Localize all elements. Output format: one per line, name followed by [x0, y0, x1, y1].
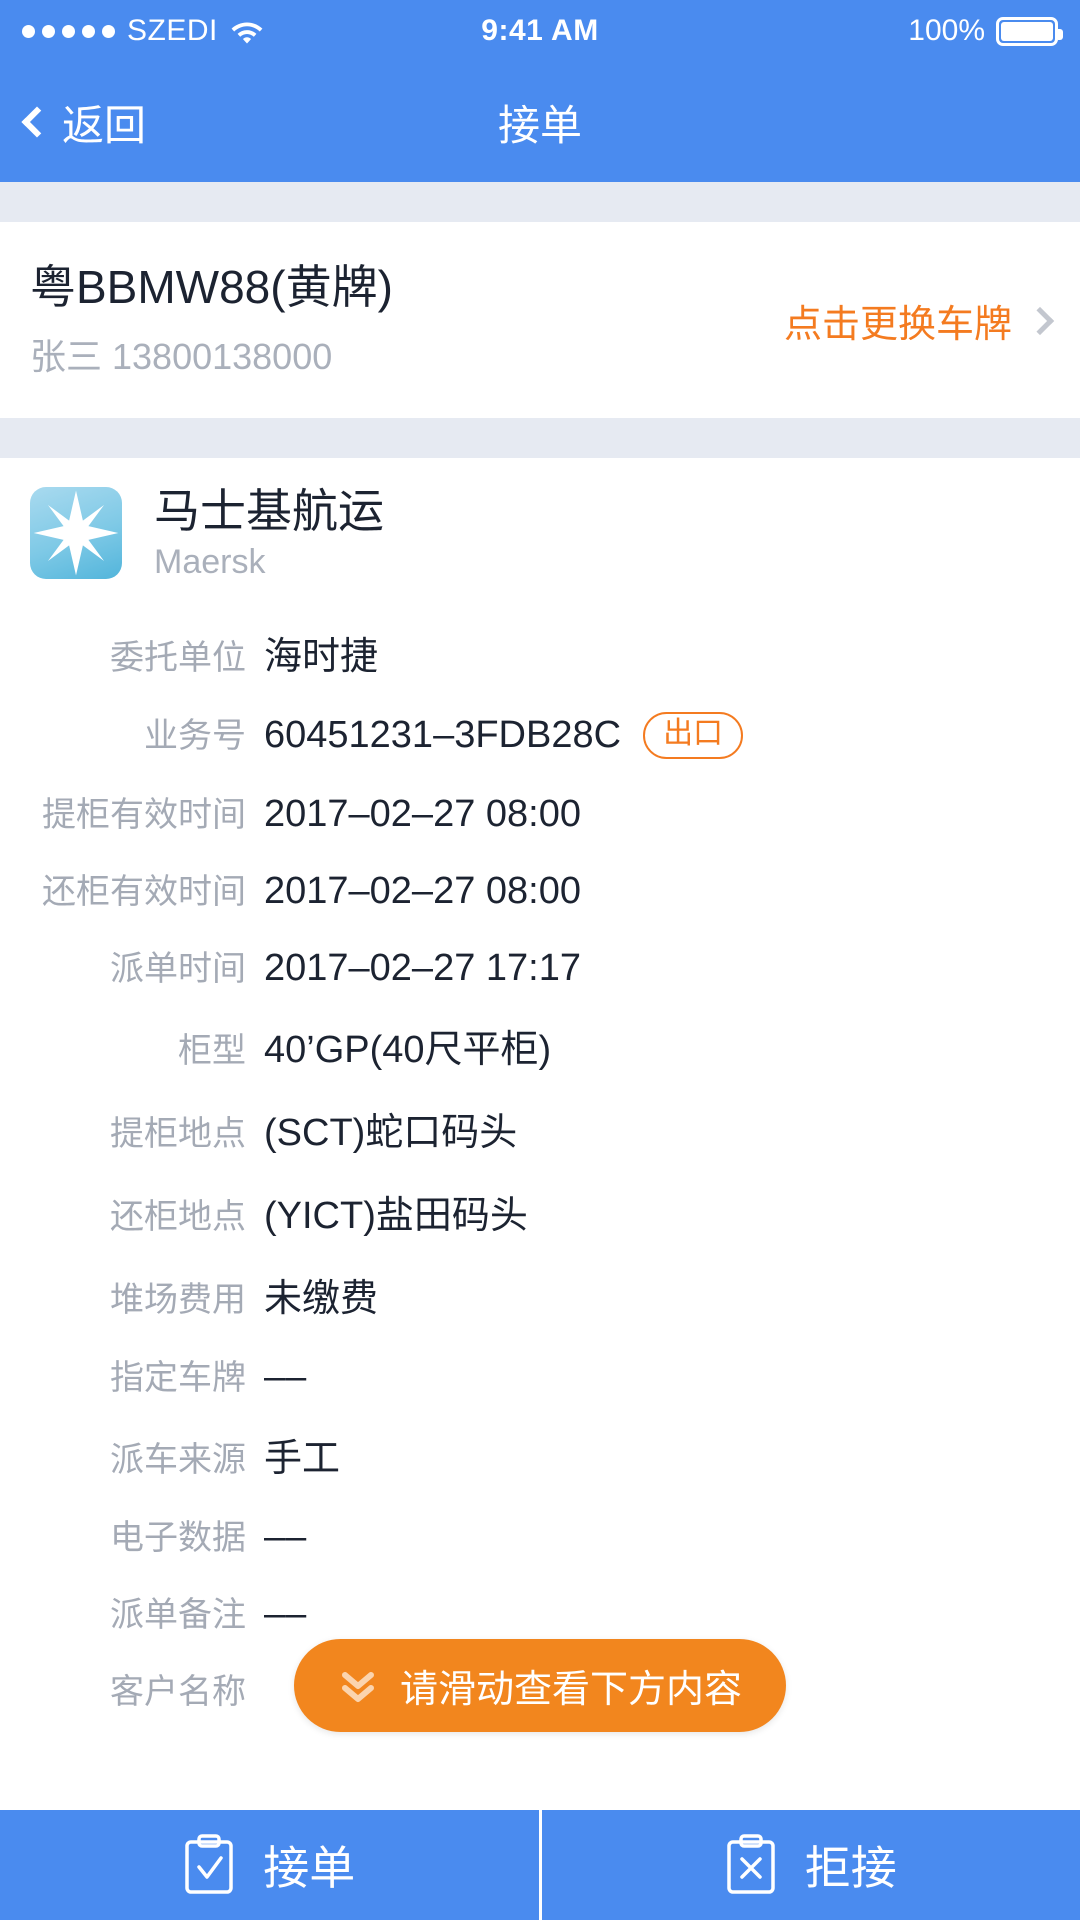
- page-title: 接单: [497, 101, 582, 149]
- detail-row: 柜型 40’GP(40尺平柜): [0, 1004, 1050, 1087]
- reject-order-button[interactable]: 拒接: [538, 1810, 1080, 1920]
- detail-row-value-text: 60451231–3FDB28C: [264, 714, 622, 757]
- detail-row-value-text: ––: [264, 1356, 307, 1399]
- detail-row: 提柜地点 (SCT)蛇口码头: [0, 1087, 1050, 1170]
- reject-order-label: 拒接: [804, 1842, 897, 1894]
- plate-number: 粤BBMW88(黄牌): [30, 261, 393, 313]
- detail-row-label: 电子数据: [110, 1519, 246, 1558]
- detail-row-label: 提柜有效时间: [42, 796, 246, 835]
- clipboard-check-icon: [183, 1834, 235, 1896]
- detail-row: 派单时间 2017–02–27 17:17: [0, 927, 1050, 1004]
- detail-row: 堆场费用 未缴费: [0, 1253, 1050, 1336]
- detail-row: 指定车牌 ––: [0, 1336, 1050, 1413]
- detail-row-value: 海时捷: [264, 625, 378, 680]
- detail-row-value-text: 2017–02–27 08:00: [264, 793, 581, 836]
- detail-row-value: 2017–02–27 08:00: [264, 870, 581, 913]
- detail-row-label: 客户名称: [110, 1673, 246, 1712]
- accept-order-button[interactable]: 接单: [0, 1810, 539, 1920]
- carrier-block: 马士基航运 Maersk: [0, 458, 1080, 588]
- carrier-names: 马士基航运 Maersk: [154, 484, 384, 582]
- nav-bar: 返回 接单: [0, 62, 1080, 182]
- detail-row: 还柜有效时间 2017–02–27 08:00: [0, 850, 1050, 927]
- detail-row: 业务号 60451231–3FDB28C 出口: [0, 694, 1050, 773]
- detail-row-value: 手工: [264, 1427, 340, 1482]
- carrier-name-cn: 马士基航运: [154, 484, 384, 537]
- app-root: SZEDI 9:41 AM 100% 返回 接单 粤BBMW88(黄牌) 张三 …: [0, 0, 1080, 1920]
- back-button-label: 返回: [62, 101, 147, 149]
- battery-icon: [996, 16, 1063, 46]
- wifi-icon: [230, 18, 264, 44]
- detail-row-value-text: ––: [264, 1516, 307, 1559]
- detail-row-value: 2017–02–27 17:17: [264, 947, 581, 990]
- detail-row-label: 提柜地点: [110, 1115, 246, 1154]
- accept-order-label: 接单: [263, 1842, 356, 1894]
- status-bar: SZEDI 9:41 AM 100%: [0, 0, 1080, 62]
- detail-row: 电子数据 ––: [0, 1496, 1050, 1573]
- detail-row-value: ––: [264, 1516, 306, 1559]
- section-divider-middle: [0, 417, 1080, 458]
- detail-row: 提柜有效时间 2017–02–27 08:00: [0, 773, 1050, 850]
- detail-row-label: 委托单位: [110, 639, 246, 678]
- detail-row-label: 业务号: [144, 717, 246, 756]
- detail-row-label: 派单备注: [110, 1596, 246, 1635]
- order-details-list: 委托单位 海时捷 业务号 60451231–3FDB28C 出口 提柜有效时间 2017–0…: [0, 587, 1080, 1727]
- status-badge: 出口: [643, 711, 744, 760]
- detail-row-value-text: (YICT)盐田码头: [264, 1195, 528, 1238]
- plate-info: 粤BBMW88(黄牌) 张三 13800138000: [30, 261, 784, 380]
- carrier-name: SZEDI: [127, 14, 218, 47]
- scroll-hint-label: 请滑动查看下方内容: [399, 1669, 743, 1711]
- chevron-left-icon: [21, 106, 53, 138]
- detail-row-label: 指定车牌: [110, 1359, 246, 1398]
- detail-row-label: 堆场费用: [110, 1281, 246, 1320]
- detail-row-value: ––: [264, 1356, 306, 1399]
- change-plate-button[interactable]: 点击更换车牌: [783, 293, 1055, 348]
- detail-row-value-text: ––: [264, 1593, 307, 1636]
- detail-row-value-text: 手工: [264, 1438, 341, 1481]
- detail-row-value: 未缴费: [264, 1267, 378, 1322]
- section-divider-top: [0, 182, 1080, 222]
- detail-row: 派车来源 手工: [0, 1413, 1050, 1496]
- carrier-name-en: Maersk: [154, 543, 266, 582]
- detail-row-value: 40’GP(40尺平柜): [264, 1018, 551, 1073]
- status-bar-left: SZEDI: [22, 14, 264, 48]
- signal-strength-icon: [22, 24, 115, 38]
- chevron-right-icon: [1025, 306, 1055, 335]
- detail-row-label: 还柜有效时间: [42, 873, 246, 912]
- detail-row-value: (YICT)盐田码头: [264, 1184, 528, 1239]
- detail-row-value: ––: [264, 1593, 306, 1636]
- detail-row-value: (SCT)蛇口码头: [264, 1101, 517, 1156]
- detail-row-value-text: 2017–02–27 17:17: [264, 947, 581, 990]
- detail-row-value-text: 未缴费: [264, 1278, 379, 1321]
- detail-row: 委托单位 海时捷: [0, 611, 1050, 694]
- bottom-action-bar: 接单 拒接: [0, 1810, 1080, 1920]
- detail-row-label: 柜型: [178, 1032, 246, 1071]
- scroll-hint-pill[interactable]: 请滑动查看下方内容: [293, 1639, 787, 1732]
- detail-row-value-text: 海时捷: [264, 636, 379, 679]
- maersk-star-logo: [30, 487, 122, 580]
- double-chevron-down-icon: [338, 1666, 378, 1706]
- detail-row-label: 派车来源: [110, 1441, 246, 1480]
- detail-row-value-text: 40’GP(40尺平柜): [264, 1029, 552, 1072]
- detail-row-value-text: (SCT)蛇口码头: [264, 1112, 518, 1155]
- clipboard-x-icon: [725, 1834, 777, 1896]
- detail-row-value-text: 2017–02–27 08:00: [264, 870, 581, 913]
- detail-row-label: 派单时间: [110, 950, 246, 989]
- detail-row-value: 2017–02–27 08:00: [264, 793, 581, 836]
- driver-info: 张三 13800138000: [30, 335, 333, 377]
- detail-row-label: 还柜地点: [110, 1198, 246, 1237]
- detail-row-value: 60451231–3FDB28C 出口: [264, 711, 744, 760]
- detail-row: 还柜地点 (YICT)盐田码头: [0, 1170, 1050, 1253]
- status-bar-right: 100%: [908, 14, 1063, 48]
- battery-percent: 100%: [908, 14, 985, 47]
- back-button[interactable]: 返回: [21, 92, 147, 153]
- plate-card[interactable]: 粤BBMW88(黄牌) 张三 13800138000 点击更换车牌: [0, 222, 1080, 418]
- change-plate-label: 点击更换车牌: [783, 304, 1012, 347]
